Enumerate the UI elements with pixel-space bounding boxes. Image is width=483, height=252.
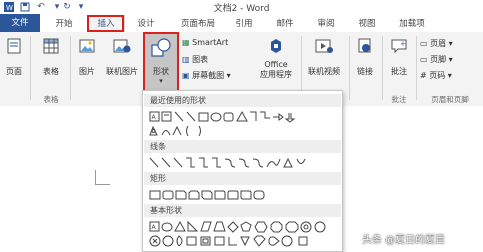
- store-icon: [271, 39, 281, 53]
- tab-view[interactable]: 视图: [352, 17, 382, 31]
- screenshot-button[interactable]: ▣ 屏幕截图 ▾: [182, 70, 252, 81]
- comment-icon: +: [391, 39, 407, 54]
- table-icon: [43, 38, 59, 54]
- group-divider: [416, 36, 417, 100]
- word-app-icon: W: [4, 2, 14, 12]
- recent-shapes-row[interactable]: A: [149, 110, 335, 124]
- online-video-button[interactable]: 联机视频: [303, 38, 345, 77]
- save-icon[interactable]: [20, 2, 30, 12]
- rectangles-row[interactable]: [149, 188, 335, 202]
- screenshot-label: 屏幕截图: [192, 71, 225, 80]
- group-header-footer-label: 页眉和页脚: [431, 95, 469, 104]
- tab-page-layout[interactable]: 页面布局: [172, 17, 224, 31]
- tab-references[interactable]: 引用: [229, 17, 259, 31]
- page-number-icon: #: [420, 71, 427, 80]
- group-divider: [70, 36, 71, 100]
- title-bar: 文档2 - Word W ↶ ▾ ↻ ▾: [0, 0, 483, 14]
- section-lines: 线条: [144, 140, 341, 153]
- ribbon-tabs: 文件 开始 插入 设计 页面布局 引用 邮件 审阅 视图 加载项: [0, 14, 483, 33]
- tab-mailings[interactable]: 邮件: [270, 17, 300, 31]
- page-number-label: 页码: [429, 71, 446, 80]
- undo-icon[interactable]: ↶: [36, 2, 46, 12]
- tab-review[interactable]: 审阅: [311, 17, 341, 31]
- chevron-down-icon: ▾: [448, 39, 453, 48]
- header-icon: ▭: [420, 39, 428, 48]
- insert-tab-highlight: [87, 15, 124, 32]
- group-tables-label: 表格: [43, 95, 59, 104]
- footer-label: 页脚: [430, 55, 447, 64]
- group-divider: [30, 36, 31, 100]
- table-label: 表格: [43, 67, 59, 76]
- margin-marker: [95, 170, 110, 185]
- svg-text:A: A: [152, 114, 157, 121]
- chevron-down-icon[interactable]: ▾: [76, 2, 86, 12]
- video-icon: [315, 39, 333, 53]
- picture-icon: [79, 39, 95, 53]
- table-button[interactable]: 表格: [38, 38, 64, 77]
- footer-button[interactable]: ▭ 页脚 ▾: [420, 54, 480, 65]
- smartart-label: SmartArt: [192, 38, 229, 47]
- online-picture-icon: [113, 39, 131, 53]
- shapes-highlight: [143, 32, 179, 98]
- page-icon: [7, 38, 21, 54]
- chart-icon: ▥: [182, 55, 190, 64]
- screenshot-icon: ▣: [182, 71, 190, 80]
- office-apps-label-1: Office: [264, 60, 288, 69]
- basic-shapes-icon: A: [149, 220, 326, 233]
- shapes-gallery: 最近使用的形状 A 线条 矩形 基本形状 A: [142, 90, 343, 252]
- window-title: 文档2 - Word: [213, 4, 270, 14]
- tab-addins[interactable]: 加载项: [392, 17, 432, 31]
- comment-label: 批注: [391, 67, 407, 76]
- section-recent-shapes: 最近使用的形状: [144, 94, 341, 107]
- online-picture-button[interactable]: 联机图片: [102, 38, 142, 77]
- recent-shapes-icon: [149, 125, 201, 137]
- links-label: 链接: [357, 67, 373, 76]
- group-divider: [382, 36, 383, 100]
- basic-shapes-icon: [149, 235, 308, 247]
- rectangles-icon: [149, 190, 265, 200]
- header-button[interactable]: ▭ 页眉 ▾: [420, 38, 480, 49]
- recent-shapes-row-2[interactable]: [149, 124, 335, 138]
- tab-design[interactable]: 设计: [131, 17, 161, 31]
- chevron-down-icon: ▾: [226, 71, 231, 80]
- group-divider: [349, 36, 350, 100]
- chevron-down-icon[interactable]: ▾: [52, 2, 62, 12]
- office-apps-label-2: 应用程序: [260, 70, 292, 79]
- recent-shapes-icon: A: [149, 110, 296, 123]
- basic-shapes-row[interactable]: A: [149, 220, 335, 234]
- lines-row[interactable]: [149, 156, 335, 170]
- online-video-label: 联机视频: [308, 67, 340, 76]
- office-apps-button[interactable]: Office 应用程序: [254, 38, 298, 80]
- link-icon: [358, 38, 371, 53]
- links-button[interactable]: 链接: [352, 38, 378, 77]
- online-picture-label: 联机图片: [106, 67, 138, 76]
- tab-file[interactable]: 文件: [0, 14, 40, 32]
- chevron-down-icon: ▾: [448, 55, 453, 64]
- comment-button[interactable]: + 批注: [386, 38, 412, 77]
- smartart-button[interactable]: ▦ SmartArt: [182, 38, 244, 47]
- chart-label: 图表: [192, 55, 209, 64]
- svg-text:A: A: [152, 224, 157, 231]
- group-comments-label: 批注: [391, 95, 407, 104]
- watermark: 头条 @夏日的夏目: [362, 235, 446, 246]
- svg-text:+: +: [400, 40, 406, 48]
- section-basic-shapes: 基本形状: [144, 204, 341, 217]
- footer-icon: ▭: [420, 55, 428, 64]
- picture-button[interactable]: 图片: [74, 38, 100, 77]
- picture-label: 图片: [79, 67, 95, 76]
- pages-label: 页面: [6, 67, 22, 76]
- chart-button[interactable]: ▥ 图表: [182, 54, 244, 65]
- chevron-down-icon: ▾: [447, 71, 452, 80]
- smartart-icon: ▦: [182, 38, 190, 47]
- page-number-button[interactable]: # 页码 ▾: [420, 70, 480, 81]
- basic-shapes-row-2[interactable]: [149, 234, 335, 248]
- header-label: 页眉: [430, 39, 447, 48]
- tab-home[interactable]: 开始: [49, 17, 79, 31]
- redo-icon[interactable]: ↻: [62, 2, 72, 12]
- pages-button[interactable]: 页面: [2, 38, 26, 77]
- lines-icon: [149, 157, 306, 168]
- section-rectangles: 矩形: [144, 172, 341, 185]
- svg-text:W: W: [6, 4, 13, 12]
